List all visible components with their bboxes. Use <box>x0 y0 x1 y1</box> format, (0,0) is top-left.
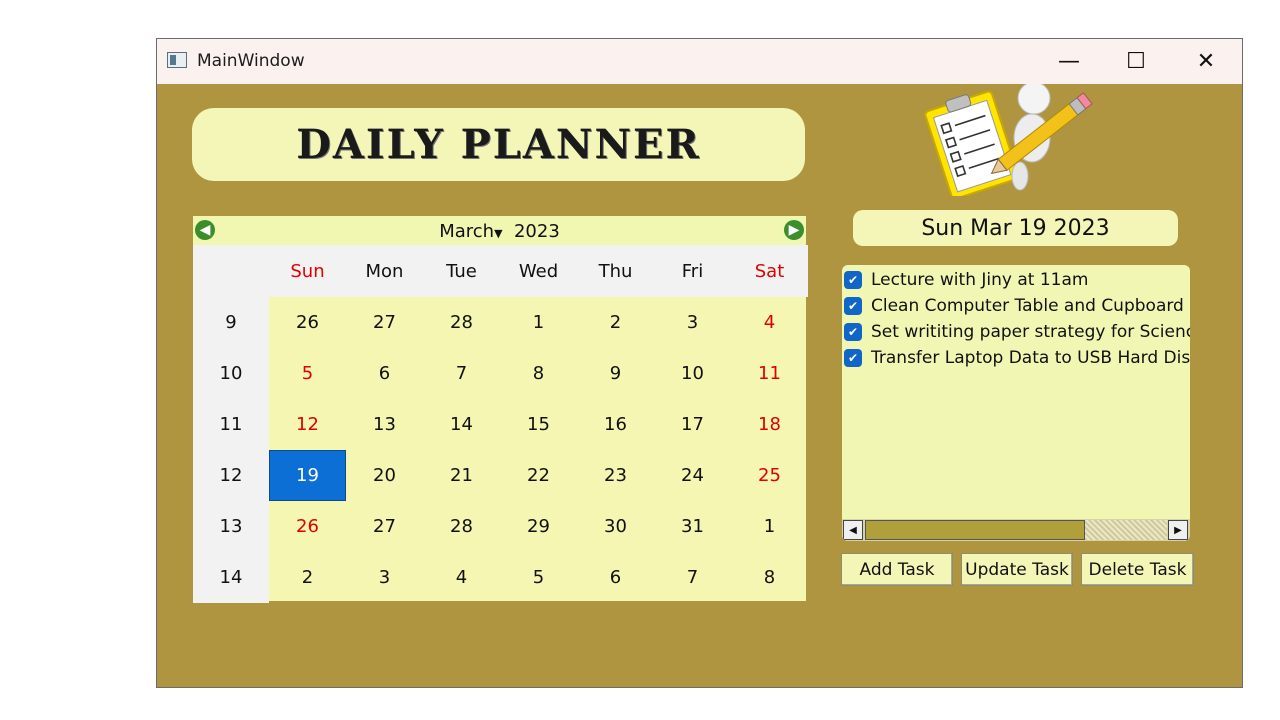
weekday-header: Fri <box>654 245 731 297</box>
week-number: 14 <box>193 552 269 603</box>
day-cell[interactable]: 27 <box>346 501 423 552</box>
day-cell[interactable]: 26 <box>269 501 346 552</box>
day-cell[interactable]: 29 <box>500 501 577 552</box>
calendar-widget[interactable]: ◀ March▼ 2023 ▶ Sun Mon Tue Wed Thu Fri … <box>193 216 808 603</box>
task-item[interactable]: ✔ Clean Computer Table and Cupboard <box>844 293 1184 319</box>
chevron-down-icon[interactable]: ▼ <box>494 227 502 240</box>
day-cell[interactable]: 26 <box>269 297 346 348</box>
weekday-header: Wed <box>500 245 577 297</box>
selected-day-cell[interactable]: 19 <box>269 450 346 501</box>
month-dropdown[interactable]: March <box>439 221 494 242</box>
delete-task-button[interactable]: Delete Task <box>1081 553 1194 586</box>
day-cell[interactable]: 28 <box>423 297 500 348</box>
day-cell[interactable]: 16 <box>577 399 654 450</box>
weekday-header: Tue <box>423 245 500 297</box>
calendar-grid: Sun Mon Tue Wed Thu Fri Sat 9 26 27 28 1… <box>193 245 808 603</box>
checkbox-checked-icon[interactable]: ✔ <box>844 323 862 341</box>
week-number: 13 <box>193 501 269 552</box>
close-icon: ✕ <box>1196 49 1216 74</box>
day-cell[interactable]: 4 <box>731 297 808 348</box>
window-title: MainWindow <box>197 51 305 71</box>
main-content: DAILY PLANNER ◀ March▼ 2023 ▶ Sun Mon Tu… <box>157 84 1242 687</box>
calendar-navigation-bar: ◀ March▼ 2023 ▶ <box>193 216 806 245</box>
day-cell[interactable]: 21 <box>423 450 500 501</box>
task-text: Set writiting paper strategy for Science… <box>871 322 1190 342</box>
task-text: Clean Computer Table and Cupboard <box>871 296 1184 316</box>
week-number: 11 <box>193 399 269 450</box>
day-cell[interactable]: 18 <box>731 399 808 450</box>
day-cell[interactable]: 13 <box>346 399 423 450</box>
scroll-right-icon[interactable]: ▶ <box>1168 520 1188 540</box>
weekday-header: Sun <box>269 245 346 297</box>
scrollbar-track[interactable] <box>1085 520 1167 540</box>
minimize-button[interactable]: — <box>1034 39 1104 84</box>
day-cell[interactable]: 5 <box>500 552 577 603</box>
month-year-selector[interactable]: March▼ 2023 <box>193 221 806 242</box>
day-cell[interactable]: 8 <box>500 348 577 399</box>
task-text: Transfer Laptop Data to USB Hard Disk <box>871 348 1190 368</box>
day-cell[interactable]: 15 <box>500 399 577 450</box>
day-cell[interactable]: 30 <box>577 501 654 552</box>
task-item[interactable]: ✔ Transfer Laptop Data to USB Hard Disk <box>844 345 1190 371</box>
day-cell[interactable]: 2 <box>577 297 654 348</box>
day-cell[interactable]: 28 <box>423 501 500 552</box>
day-cell[interactable]: 27 <box>346 297 423 348</box>
task-text: Lecture with Jiny at 11am <box>871 270 1089 290</box>
title-bar[interactable]: MainWindow — ☐ ✕ <box>157 39 1242 84</box>
day-cell[interactable]: 11 <box>731 348 808 399</box>
checkbox-checked-icon[interactable]: ✔ <box>844 271 862 289</box>
maximize-button[interactable]: ☐ <box>1101 39 1171 84</box>
day-cell[interactable]: 22 <box>500 450 577 501</box>
main-window: MainWindow — ☐ ✕ DAILY PLANNER ◀ March▼ … <box>156 38 1243 688</box>
day-cell[interactable]: 6 <box>346 348 423 399</box>
day-cell[interactable]: 1 <box>500 297 577 348</box>
task-item[interactable]: ✔ Set writiting paper strategy for Scien… <box>844 319 1190 345</box>
page-title: DAILY PLANNER <box>192 108 805 181</box>
day-cell[interactable]: 25 <box>731 450 808 501</box>
week-number: 9 <box>193 297 269 348</box>
day-cell[interactable]: 9 <box>577 348 654 399</box>
task-item[interactable]: ✔ Lecture with Jiny at 11am <box>844 267 1088 293</box>
scroll-left-icon[interactable]: ◀ <box>843 520 863 540</box>
day-cell[interactable]: 6 <box>577 552 654 603</box>
horizontal-scrollbar[interactable]: ◀ ▶ <box>842 519 1190 541</box>
day-cell[interactable]: 4 <box>423 552 500 603</box>
add-task-button[interactable]: Add Task <box>841 553 953 586</box>
update-task-button[interactable]: Update Task <box>961 553 1073 586</box>
day-cell[interactable]: 23 <box>577 450 654 501</box>
checkbox-checked-icon[interactable]: ✔ <box>844 349 862 367</box>
day-cell[interactable]: 24 <box>654 450 731 501</box>
selected-date-label: Sun Mar 19 2023 <box>853 210 1178 246</box>
weekday-header: Thu <box>577 245 654 297</box>
task-list[interactable]: ✔ Lecture with Jiny at 11am ✔ Clean Comp… <box>842 265 1190 541</box>
day-cell[interactable]: 8 <box>731 552 808 603</box>
minimize-icon: — <box>1058 49 1080 74</box>
day-cell[interactable]: 5 <box>269 348 346 399</box>
day-cell[interactable]: 17 <box>654 399 731 450</box>
day-cell[interactable]: 31 <box>654 501 731 552</box>
day-cell[interactable]: 2 <box>269 552 346 603</box>
maximize-icon: ☐ <box>1126 49 1146 74</box>
day-cell[interactable]: 7 <box>423 348 500 399</box>
checkbox-checked-icon[interactable]: ✔ <box>844 297 862 315</box>
close-button[interactable]: ✕ <box>1171 39 1241 84</box>
scrollbar-thumb[interactable] <box>865 520 1085 540</box>
app-icon <box>167 52 187 68</box>
weekday-header: Mon <box>346 245 423 297</box>
day-cell[interactable]: 12 <box>269 399 346 450</box>
day-cell[interactable]: 3 <box>654 297 731 348</box>
week-number: 12 <box>193 450 269 501</box>
day-cell[interactable]: 1 <box>731 501 808 552</box>
week-number: 10 <box>193 348 269 399</box>
day-cell[interactable]: 20 <box>346 450 423 501</box>
planner-illustration <box>924 84 1093 196</box>
day-cell[interactable]: 3 <box>346 552 423 603</box>
weekday-header: Sat <box>731 245 808 297</box>
day-cell[interactable]: 14 <box>423 399 500 450</box>
day-cell[interactable]: 10 <box>654 348 731 399</box>
day-cell[interactable]: 7 <box>654 552 731 603</box>
year-spinner[interactable]: 2023 <box>514 221 560 242</box>
week-number-header <box>193 245 269 297</box>
next-month-icon[interactable]: ▶ <box>784 220 804 240</box>
